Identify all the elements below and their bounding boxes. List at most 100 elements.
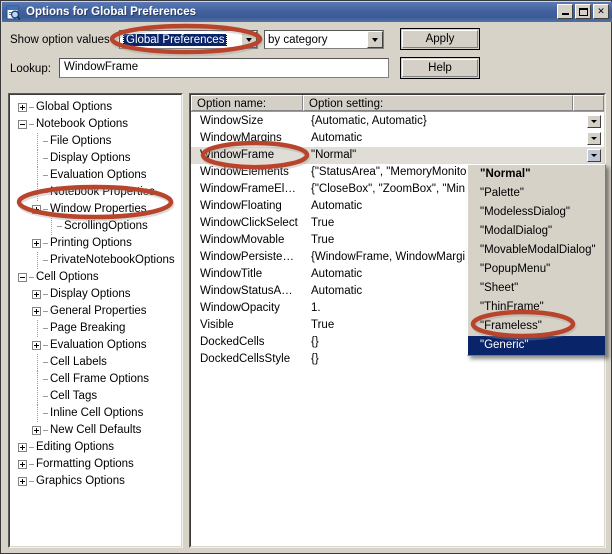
dropdown-item[interactable]: "Normal" — [468, 165, 605, 184]
option-value-cell: {WindowFrame, WindowMargi — [311, 251, 466, 263]
option-value-dropdown-button[interactable] — [587, 115, 601, 128]
tree-item-label: Display Options — [50, 288, 131, 300]
tree-connector — [43, 345, 48, 346]
dropdown-item[interactable]: "Generic" — [468, 336, 605, 355]
option-value-cell: {} — [311, 336, 319, 348]
option-value-cell: 1. — [311, 302, 321, 314]
option-row[interactable]: WindowSize {Automatic, Automatic} — [191, 113, 604, 130]
tree-connector — [29, 107, 34, 108]
expand-icon[interactable] — [32, 239, 41, 248]
column-header-extra[interactable] — [573, 95, 604, 111]
expand-icon[interactable] — [18, 477, 27, 486]
tree-item-formatting-options[interactable]: Formatting Options — [14, 456, 179, 473]
dropdown-item[interactable]: "Sheet" — [468, 279, 605, 298]
tree-item-printing-options[interactable]: Printing Options — [14, 235, 179, 252]
tree-item-general-properties[interactable]: General Properties — [14, 303, 179, 320]
column-header-option-name[interactable]: Option name: — [191, 95, 303, 111]
dropdown-item[interactable]: "Palette" — [468, 184, 605, 203]
tree-item-evaluation-options[interactable]: Evaluation Options — [14, 167, 179, 184]
scope-combo[interactable]: Global Preferences — [119, 30, 258, 49]
category-tree[interactable]: Global Options Notebook Options File Optio… — [14, 99, 179, 490]
tree-connector — [43, 260, 48, 261]
dropdown-item[interactable]: "Frameless" — [468, 317, 605, 336]
option-name-cell: WindowElements — [200, 166, 289, 178]
tree-item-label: Evaluation Options — [50, 339, 147, 351]
dropdown-item[interactable]: "ModalDialog" — [468, 222, 605, 241]
window-title: Options for Global Preferences — [26, 6, 196, 18]
tree-item-label: Graphics Options — [36, 475, 125, 487]
tree-item-graphics-options[interactable]: Graphics Options — [14, 473, 179, 490]
apply-button[interactable]: Apply — [400, 28, 480, 50]
tree-item-label: ScrollingOptions — [64, 220, 148, 232]
expand-icon[interactable] — [32, 205, 41, 214]
list-header: Option name: Option setting: — [191, 95, 604, 112]
tree-item-window-properties[interactable]: Window Properties — [14, 201, 179, 218]
tree-item-cell-labels[interactable]: Cell Labels — [14, 354, 179, 371]
expand-icon[interactable] — [18, 460, 27, 469]
tree-connector — [43, 141, 48, 142]
tree-item-inline-cell-options[interactable]: Inline Cell Options — [14, 405, 179, 422]
chevron-down-icon — [591, 137, 597, 140]
windowframe-dropdown-menu[interactable]: "Normal" "Palette" "ModelessDialog" "ModalD… — [467, 164, 606, 356]
tree-item-label: Evaluation Options — [50, 169, 147, 181]
tree-item-evaluation-options[interactable]: Evaluation Options — [14, 337, 179, 354]
tree-item-notebook-options[interactable]: Notebook Options — [14, 116, 179, 133]
tree-item-scrollingoptions[interactable]: ScrollingOptions — [14, 218, 179, 235]
expand-icon[interactable] — [32, 426, 41, 435]
lookup-input[interactable]: WindowFrame — [59, 58, 389, 78]
dropdown-item[interactable]: "ThinFrame" — [468, 298, 605, 317]
option-name-cell: WindowFrameEl… — [200, 183, 296, 195]
tree-guide — [37, 320, 39, 337]
tree-guide — [37, 167, 39, 184]
tree-item-display-options[interactable]: Display Options — [14, 150, 179, 167]
tree-item-global-options[interactable]: Global Options — [14, 99, 179, 116]
help-button[interactable]: Help — [400, 57, 480, 79]
tree-item-display-options[interactable]: Display Options — [14, 286, 179, 303]
expand-icon[interactable] — [18, 103, 27, 112]
grouping-combo-value: by category — [268, 33, 328, 46]
tree-item-notebook-properties[interactable]: Notebook Properties — [14, 184, 179, 201]
tree-connector — [29, 124, 34, 125]
tree-guide — [37, 133, 39, 150]
minimize-button[interactable] — [557, 4, 573, 19]
collapse-icon[interactable] — [18, 273, 27, 282]
close-button[interactable]: ✕ — [593, 4, 609, 19]
option-value-dropdown-button[interactable] — [587, 132, 601, 145]
expand-icon[interactable] — [32, 307, 41, 316]
option-row[interactable]: WindowFrame "Normal" — [191, 147, 604, 164]
tree-item-cell-options[interactable]: Cell Options — [14, 269, 179, 286]
tree-item-page-breaking[interactable]: Page Breaking — [14, 320, 179, 337]
dropdown-item[interactable]: "MovableModalDialog" — [468, 241, 605, 260]
grouping-combo[interactable]: by category — [264, 30, 384, 49]
tree-item-privatenotebookoptions[interactable]: PrivateNotebookOptions — [14, 252, 179, 269]
tree-connector — [43, 175, 48, 176]
tree-item-cell-tags[interactable]: Cell Tags — [14, 388, 179, 405]
collapse-icon[interactable] — [18, 120, 27, 129]
tree-item-cell-frame-options[interactable]: Cell Frame Options — [14, 371, 179, 388]
tree-connector — [43, 192, 48, 193]
option-value-cell: Automatic — [311, 285, 363, 297]
maximize-button[interactable] — [575, 4, 591, 19]
option-value-dropdown-button[interactable] — [587, 149, 601, 162]
scope-combo-arrow[interactable] — [241, 31, 257, 48]
tree-item-file-options[interactable]: File Options — [14, 133, 179, 150]
option-value-cell: Automatic — [311, 200, 363, 212]
tree-connector — [43, 413, 48, 414]
dropdown-item[interactable]: "ModelessDialog" — [468, 203, 605, 222]
tree-item-label: Page Breaking — [50, 322, 126, 334]
column-header-option-setting[interactable]: Option setting: — [303, 95, 573, 111]
expand-icon[interactable] — [32, 290, 41, 299]
title-bar[interactable]: Options for Global Preferences ✕ — [2, 2, 612, 22]
option-row[interactable]: WindowMargins Automatic — [191, 130, 604, 147]
dropdown-item[interactable]: "PopupMenu" — [468, 260, 605, 279]
expand-icon[interactable] — [32, 341, 41, 350]
grouping-combo-arrow[interactable] — [367, 31, 383, 48]
expand-icon[interactable] — [18, 443, 27, 452]
tree-item-new-cell-defaults[interactable]: New Cell Defaults — [14, 422, 179, 439]
option-value-cell: {"StatusArea", "MemoryMonitor" — [311, 166, 475, 178]
tree-item-label: Cell Frame Options — [50, 373, 150, 385]
tree-item-editing-options[interactable]: Editing Options — [14, 439, 179, 456]
option-name-cell: DockedCellsStyle — [200, 353, 291, 365]
tree-item-label: Notebook Properties — [50, 186, 155, 198]
lookup-label: Lookup: — [10, 63, 51, 75]
